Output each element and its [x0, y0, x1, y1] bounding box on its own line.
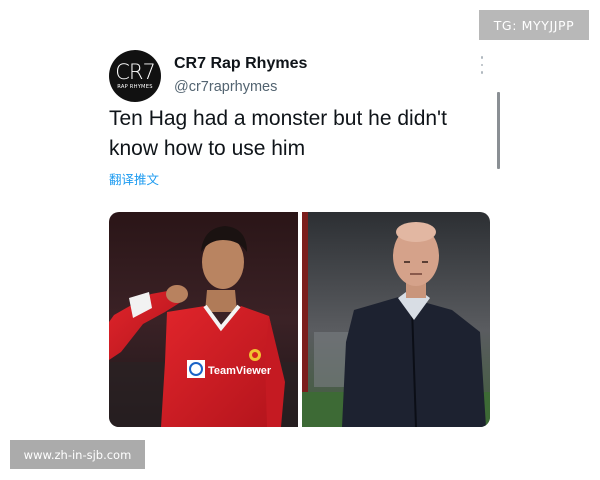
avatar[interactable]: CR7 RAP RHYMES — [109, 50, 161, 102]
shirt-sponsor-text: TeamViewer — [208, 365, 272, 377]
media-photo-left[interactable]: TeamViewer — [109, 212, 298, 427]
avatar-monogram: CR7 — [115, 60, 156, 84]
media-photo-right[interactable] — [302, 212, 490, 427]
translate-tweet-link[interactable]: 翻译推文 — [109, 169, 159, 188]
avatar-subtitle: RAP RHYMES — [117, 84, 153, 90]
site-watermark: www.zh-in-sjb.com — [10, 440, 145, 469]
scrollbar[interactable] — [497, 92, 500, 169]
tweet-text: Ten Hag had a monster but he didn't know… — [109, 107, 447, 160]
more-vertical-icon[interactable] — [478, 56, 486, 74]
display-name[interactable]: CR7 Rap Rhymes — [174, 55, 307, 73]
tweet-card: CR7 RAP RHYMES CR7 Rap Rhymes @cr7raprhy… — [0, 0, 600, 480]
user-handle[interactable]: @cr7raprhymes — [174, 79, 277, 95]
tweet-media[interactable]: TeamViewer — [109, 212, 490, 427]
